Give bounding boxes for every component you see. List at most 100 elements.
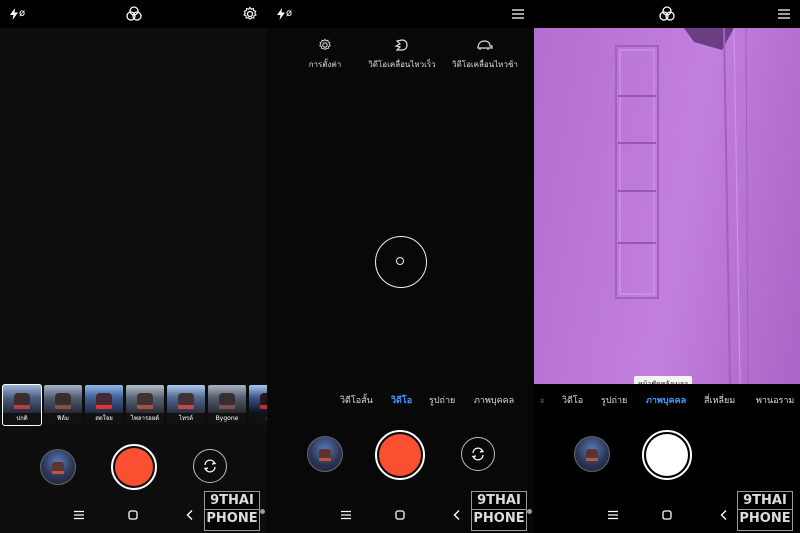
mode-selector[interactable]: วิดีโอสั้น วิดีโอ รูปถ่าย ภาพบุคคล	[267, 393, 534, 409]
filter-strip[interactable]: ปกติ ฟิล์ม สดใจย ไพลารอยด์ ไทรต์ Bygone …	[0, 384, 267, 427]
flash-off-indicator: ø	[286, 8, 293, 19]
flash-off-indicator: ø	[19, 8, 26, 19]
watermark-line2: PHONE	[472, 509, 526, 526]
watermark-dot	[260, 509, 265, 514]
shutter-button[interactable]	[111, 444, 157, 490]
home-icon[interactable]	[126, 508, 140, 522]
filter-preview	[249, 385, 267, 413]
filter-label: ฟิล์ม	[44, 413, 82, 425]
filter-label: ฮ่	[249, 413, 267, 425]
watermark-dot	[527, 509, 532, 514]
shutter-inner	[115, 448, 153, 486]
filter-preview	[208, 385, 246, 413]
wall-texture	[615, 28, 749, 384]
filter-thumb[interactable]: ฮ่	[249, 385, 267, 425]
gallery-thumbnail[interactable]	[574, 436, 610, 472]
menu-icon[interactable]	[339, 508, 353, 522]
watermark: 9THAI PHONE	[471, 491, 527, 531]
mode-short-video[interactable]: วิดีโอสั้น	[340, 393, 373, 407]
quick-slow-motion-button[interactable]: วิดีโอเคลื่อนไหวช้า	[445, 38, 525, 84]
back-icon[interactable]	[183, 508, 197, 522]
quick-fast-motion-label: วิดีโอเคลื่อนไหวเร็ว	[368, 60, 436, 69]
gallery-thumbnail[interactable]	[307, 436, 343, 472]
back-icon[interactable]	[717, 508, 731, 522]
switch-camera-icon	[471, 447, 485, 461]
slow-motion-turtle-icon	[477, 40, 493, 50]
quick-settings-button[interactable]: การตั้งค่า	[295, 38, 355, 84]
filter-label: ไพลารอยด์	[126, 413, 164, 425]
hamburger-menu-icon[interactable]	[776, 6, 792, 22]
filter-preview	[44, 385, 82, 413]
mode-video[interactable]: วิดีโอ	[562, 393, 583, 407]
switch-camera-button[interactable]	[193, 449, 227, 483]
home-icon[interactable]	[660, 508, 674, 522]
settings-gear-icon[interactable]	[242, 6, 258, 22]
camera-screen-portrait: หน้าชัดหลังเบลอ ะ วิดีโอ รูปถ่าย ภาพบุคค…	[534, 0, 800, 533]
watermark: 9THAI PHONE	[737, 491, 793, 531]
mode-video[interactable]: วิดีโอ	[391, 393, 412, 407]
mode-portrait[interactable]: ภาพบุคคล	[646, 393, 686, 407]
shutter-button[interactable]	[642, 430, 692, 480]
back-icon[interactable]	[450, 508, 464, 522]
filters-icon[interactable]	[659, 6, 675, 22]
filter-thumb[interactable]: สดใจย	[85, 385, 123, 425]
viewfinder-scene[interactable]: หน้าชัดหลังเบลอ	[534, 28, 800, 384]
capture-controls	[0, 430, 267, 500]
focus-center-dot	[396, 257, 404, 265]
top-bar: ø	[0, 0, 267, 28]
portrait-hint-toast: หน้าชัดหลังเบลอ	[634, 376, 693, 384]
mode-selector[interactable]: ะ วิดีโอ รูปถ่าย ภาพบุคคล สี่เหลี่ยม พาน…	[534, 393, 800, 409]
switch-camera-icon	[203, 459, 217, 473]
mode-photo[interactable]: รูปถ่าย	[429, 393, 455, 407]
mode-panorama[interactable]: พานอราม	[756, 393, 794, 407]
camera-screen-filters: ø ปกติ ฟิล์ม สดใจย ไพลารอยด์ ไทรต์ Bygon…	[0, 0, 267, 533]
record-button[interactable]	[375, 430, 425, 480]
top-bar	[534, 0, 800, 28]
watermark: 9THAI PHONE	[204, 491, 260, 531]
filter-label: Bygone	[208, 413, 246, 425]
flash-icon	[10, 8, 18, 20]
filter-preview	[3, 385, 41, 413]
shutter-inner	[646, 434, 688, 476]
viewfinder[interactable]	[0, 28, 267, 384]
watermark-line1: 9THAI	[743, 493, 787, 508]
menu-icon[interactable]	[72, 508, 86, 522]
filter-thumb[interactable]: Bygone	[208, 385, 246, 425]
home-icon[interactable]	[393, 508, 407, 522]
flash-icon	[277, 8, 285, 20]
capture-controls	[267, 430, 534, 500]
flash-auto-button[interactable]: ø	[277, 5, 292, 23]
filter-preview	[85, 385, 123, 413]
filter-thumb[interactable]: ไทรต์	[167, 385, 205, 425]
switch-camera-button[interactable]	[461, 437, 495, 471]
mode-square[interactable]: สี่เหลี่ยม	[704, 393, 735, 407]
watermark-line2: PHONE	[738, 509, 792, 526]
top-bar: ø	[267, 0, 534, 28]
watermark-line1: 9THAI	[477, 493, 521, 508]
mode-photo[interactable]: รูปถ่าย	[601, 393, 627, 407]
fast-motion-icon	[394, 39, 408, 51]
watermark-line1: 9THAI	[210, 493, 254, 508]
hamburger-menu-icon[interactable]	[510, 6, 526, 22]
mode-offscreen[interactable]: ะ	[540, 393, 545, 407]
filter-label: ไทรต์	[167, 413, 205, 425]
camera-screen-video: ø การตั้งค่า วิดีโอเคลื่อนไหวเร็ว วิดีโอ…	[267, 0, 534, 533]
filter-thumb[interactable]: ปกติ	[2, 384, 42, 426]
quick-settings-label: การตั้งค่า	[308, 60, 342, 69]
filter-label: ปกติ	[3, 413, 41, 425]
gallery-thumbnail[interactable]	[40, 449, 76, 485]
mode-portrait[interactable]: ภาพบุคคล	[474, 393, 514, 407]
filter-thumb[interactable]: ไพลารอยด์	[126, 385, 164, 425]
watermark-line2: PHONE	[205, 509, 259, 526]
record-inner	[379, 434, 421, 476]
filter-label: สดใจย	[85, 413, 123, 425]
filter-thumb[interactable]: ฟิล์ม	[44, 385, 82, 425]
quick-fast-motion-button[interactable]: วิดีโอเคลื่อนไหวเร็ว	[364, 38, 440, 84]
filters-icon[interactable]	[126, 6, 142, 22]
filter-preview	[126, 385, 164, 413]
flash-auto-button[interactable]: ø	[10, 5, 25, 23]
capture-controls	[534, 430, 800, 500]
gear-icon	[319, 38, 331, 51]
menu-icon[interactable]	[606, 508, 620, 522]
quick-slow-motion-label: วิดีโอเคลื่อนไหวช้า	[452, 60, 518, 69]
